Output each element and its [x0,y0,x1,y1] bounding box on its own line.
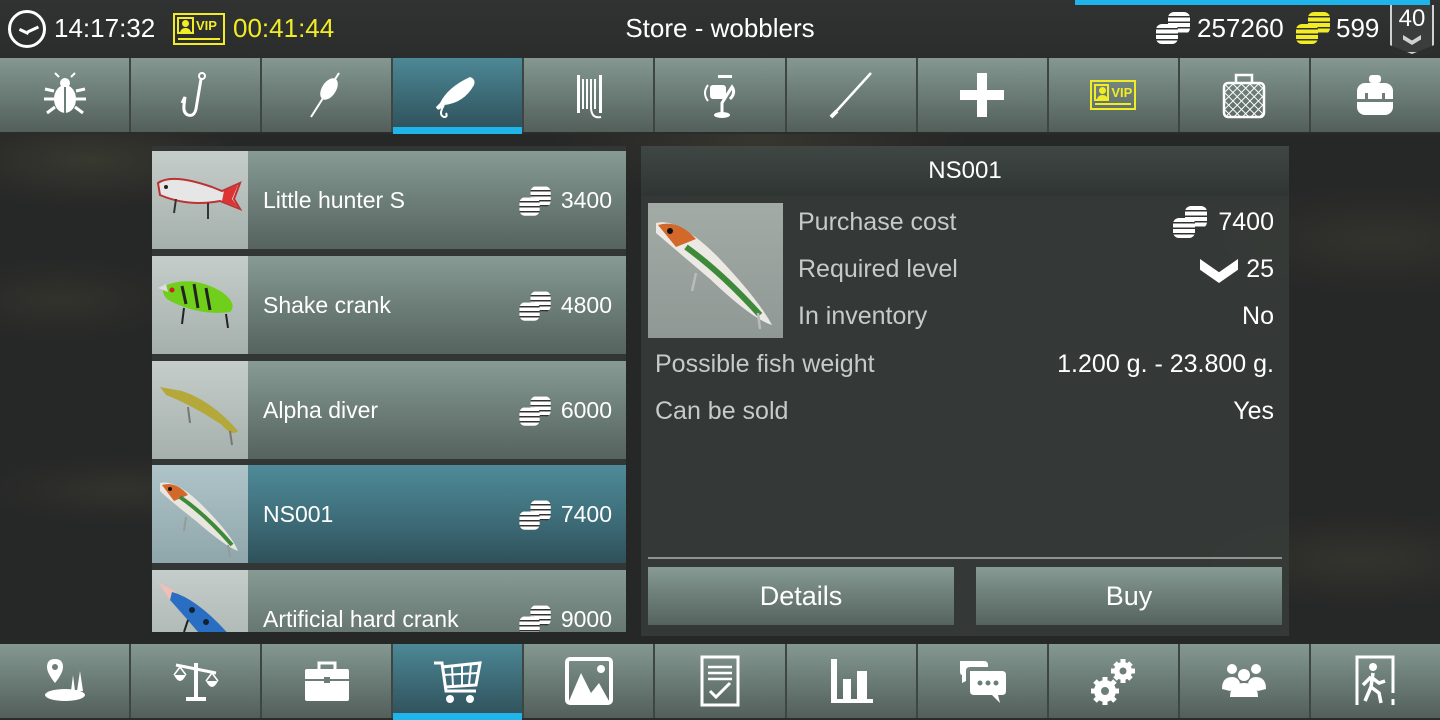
gold-coin-icon [1296,12,1332,46]
coin-icon [1173,206,1209,240]
gold-coins-balance[interactable]: 599 [1336,13,1379,44]
tab-floats[interactable] [262,58,394,132]
keepnet-icon [1223,73,1266,119]
toolbox-icon [304,661,349,701]
coin-icon [519,500,552,531]
bug-icon [43,72,86,115]
tab-scales[interactable] [131,644,263,718]
item-price: 7400 [560,501,612,527]
tab-tackle-box[interactable] [262,644,394,718]
list-item[interactable]: Alpha diver 6000 [152,361,626,459]
checklist-icon [700,655,740,707]
picture-icon [564,657,613,705]
tab-map[interactable] [0,644,132,718]
list-item[interactable]: Artificial hard crank 9000 [152,570,626,632]
list-item[interactable]: Shake crank 4800 [152,256,626,354]
list-item[interactable]: Little hunter S 3400 [152,151,626,249]
wobbler-list[interactable]: Little hunter S 3400 Shake crank 4800 Al… [152,146,626,632]
tab-gallery[interactable] [524,644,656,718]
item-thumbnail [152,465,248,563]
details-button[interactable]: Details [648,567,954,625]
map-location-icon [44,659,85,701]
buy-button[interactable]: Buy [976,567,1282,625]
tab-friends[interactable] [1179,644,1311,718]
tab-quests[interactable] [655,644,787,718]
scales-icon [173,663,219,701]
fish-weight-label: Possible fish weight [655,350,875,378]
required-level-value: 25 [1246,255,1274,283]
item-thumbnail [152,361,248,459]
tab-chat[interactable] [917,644,1049,718]
line-spool-icon [576,75,602,119]
plus-icon [960,73,1005,117]
item-thumbnail [152,570,248,632]
coin-icon [519,605,552,632]
tab-store[interactable] [393,644,525,720]
rod-icon [829,72,873,119]
tab-hooks[interactable] [131,58,263,132]
detail-title: NS001 [641,146,1289,196]
required-level-label: Required level [798,255,958,283]
reel-icon [704,75,736,118]
tab-wobblers[interactable] [393,58,525,134]
tab-reels[interactable] [655,58,787,132]
hook-icon [180,72,206,117]
float-icon [309,72,340,118]
detail-item-image [648,203,783,338]
in-inventory-value: No [1242,302,1274,330]
vip-card-icon: VIP [1090,80,1137,110]
item-thumbnail [152,151,248,249]
tab-backpacks[interactable] [1310,58,1440,132]
exit-door-icon [1355,655,1395,705]
backpack-icon [1357,75,1394,115]
silver-coin-icon [1156,12,1192,46]
tab-rods[interactable] [786,58,918,132]
chevron-down-icon [1403,35,1421,45]
can-be-sold-label: Can be sold [655,397,789,425]
main-navigation [0,644,1440,720]
users-icon [1222,664,1267,697]
tab-settings[interactable] [1048,644,1180,718]
wobbler-icon [435,77,475,119]
player-level-badge[interactable]: 40 [1390,5,1434,54]
status-bar: 14:17:32 VIP 00:41:44 Store - wobblers 2… [0,0,1440,58]
list-item-selected[interactable]: NS001 7400 [152,465,626,563]
tab-baits[interactable] [0,58,132,132]
item-detail-panel: NS001 Purchase cost 7400 Required level … [641,146,1289,636]
coin-icon [519,291,552,322]
item-price: 3400 [560,187,612,213]
fish-weight-value: 1.200 g. - 23.800 g. [1057,350,1274,378]
tab-vip[interactable]: VIP [1048,58,1180,132]
tab-statistics[interactable] [786,644,918,718]
purchase-cost-value: 7400 [1218,208,1274,236]
bar-chart-icon [831,659,874,703]
tab-lines[interactable] [524,58,656,132]
in-inventory-label: In inventory [798,302,928,330]
coin-icon [519,186,552,217]
item-price: 4800 [560,292,612,318]
silver-coins-balance[interactable]: 257260 [1197,13,1284,44]
xp-progress-bar [1075,0,1430,5]
tab-keepnets[interactable] [1179,58,1311,132]
tab-extras[interactable] [917,58,1049,132]
item-thumbnail [152,256,248,354]
can-be-sold-value: Yes [1233,397,1274,425]
cart-icon [433,661,482,703]
purchase-cost-label: Purchase cost [798,208,957,236]
category-tabs: VIP [0,58,1440,134]
item-price: 6000 [560,397,612,423]
tab-exit[interactable] [1310,644,1440,718]
coin-icon [519,396,552,427]
chat-icon [960,661,1007,703]
level-chevron-icon [1200,259,1238,283]
divider [648,557,1282,559]
item-price: 9000 [560,606,612,632]
gears-icon [1091,659,1136,705]
